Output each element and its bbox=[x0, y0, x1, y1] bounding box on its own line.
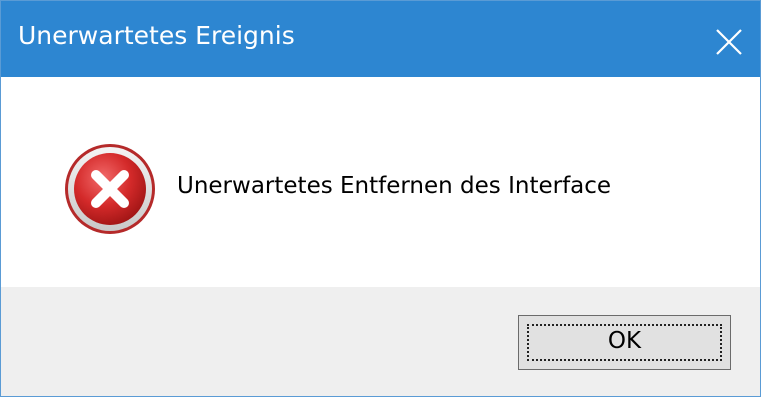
error-dialog: Unerwartetes Ereignis Unerwartetes Entfe… bbox=[0, 0, 761, 397]
window-title: Unerwartetes Ereignis bbox=[18, 21, 295, 50]
dialog-body: Unerwartetes Entfernen des Interface bbox=[1, 77, 760, 287]
close-button[interactable] bbox=[700, 1, 760, 77]
ok-button[interactable]: OK bbox=[518, 315, 731, 370]
error-message: Unerwartetes Entfernen des Interface bbox=[177, 173, 612, 199]
title-bar[interactable]: Unerwartetes Ereignis bbox=[1, 1, 760, 77]
button-bar: OK bbox=[1, 287, 760, 396]
error-icon bbox=[65, 144, 155, 234]
ok-button-label: OK bbox=[607, 328, 642, 354]
close-icon bbox=[716, 29, 742, 55]
